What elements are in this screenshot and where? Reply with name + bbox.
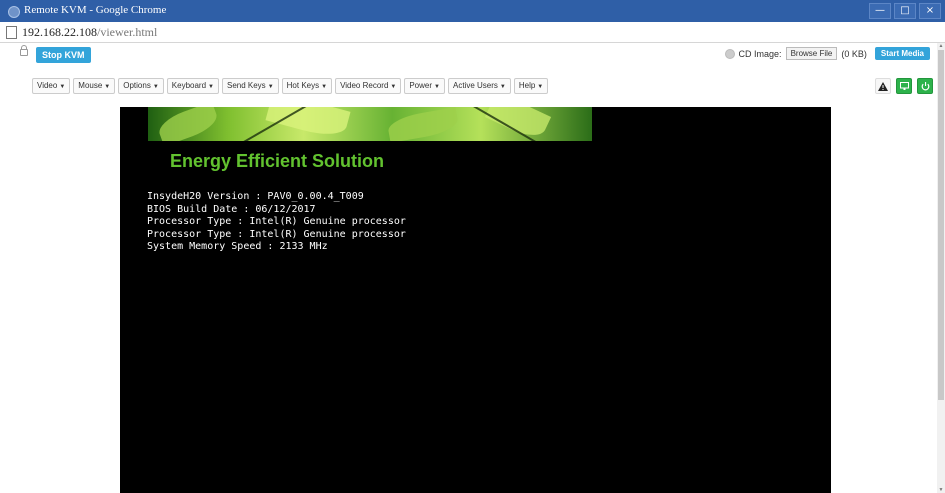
caret-down-icon: ▼ (152, 84, 159, 90)
power-button[interactable] (917, 78, 933, 94)
menu-label: Active Users (452, 81, 498, 90)
bios-line: System Memory Speed : 2133 MHz (147, 241, 328, 252)
display-icon (899, 81, 909, 90)
lock-icon (20, 45, 28, 56)
maximize-button[interactable]: □ (894, 3, 916, 19)
bios-line: Processor Type : Intel(R) Genuine proces… (147, 228, 406, 240)
scroll-up-icon[interactable]: ▲ (937, 43, 945, 49)
menu-send-keys[interactable]: Send Keys ▼ (221, 78, 279, 94)
menu-label: Options (123, 81, 151, 90)
menu-mouse[interactable]: Mouse ▼ (73, 78, 116, 94)
chrome-icon (8, 6, 20, 18)
window-title: Remote KVM - Google Chrome (24, 4, 167, 16)
menu-keyboard[interactable]: Keyboard ▼ (166, 78, 219, 94)
caret-down-icon: ▼ (104, 84, 111, 90)
cd-image-label: CD Image: (738, 48, 782, 59)
scroll-down-icon[interactable]: ▼ (937, 487, 945, 493)
menu-list: Video ▼ Mouse ▼ Options ▼ Keyboard ▼ Send Ke… (32, 78, 549, 94)
url-text[interactable]: 192.168.22.108/viewer.html (22, 25, 157, 40)
leaf-banner-image (148, 107, 592, 141)
browse-file-button[interactable]: Browse File (785, 47, 838, 60)
menu-label: Keyboard (171, 81, 207, 90)
address-bar[interactable]: 192.168.22.108/viewer.html (0, 22, 945, 43)
menu-power[interactable]: Power ▼ (404, 78, 445, 94)
scroll-thumb[interactable] (938, 50, 944, 400)
kvm-console-screen[interactable]: Energy Efficient Solution InsydeH20 Vers… (120, 107, 831, 493)
cd-image-controls: CD Image: Browse File (0 KB) Start Media (724, 47, 930, 60)
menu-label: Video (37, 81, 58, 90)
start-media-button[interactable]: Start Media (874, 47, 930, 60)
menu-video-record[interactable]: Video Record ▼ (335, 78, 402, 94)
caret-down-icon: ▼ (390, 84, 397, 90)
page-icon (6, 26, 17, 39)
url-path: /viewer.html (97, 25, 158, 39)
menu-label: Mouse (78, 81, 103, 90)
bios-line: BIOS Build Date : 06/12/2017 (147, 203, 316, 215)
minimize-button[interactable]: — (869, 3, 891, 19)
power-icon (921, 81, 929, 90)
caret-down-icon: ▼ (434, 84, 440, 90)
bios-info: InsydeH20 Version : PAV0_0.00.4_T009 BIO… (147, 191, 406, 254)
display-button[interactable] (896, 78, 912, 94)
menu-label: Hot Keys (286, 81, 320, 90)
warning-icon (878, 81, 888, 91)
caret-down-icon: ▼ (537, 84, 544, 90)
warning-button[interactable] (875, 78, 891, 94)
kvm-control-bar: Stop KVM CD Image: Browse File (0 KB) St… (0, 43, 945, 67)
caret-down-icon: ▼ (267, 84, 274, 90)
menu-video[interactable]: Video ▼ (32, 78, 71, 94)
cd-image-radio[interactable] (724, 48, 735, 59)
url-host: 192.168.22.108 (22, 25, 97, 39)
page-scrollbar[interactable]: ▲ ▼ (937, 43, 945, 493)
toolbar-icon-buttons (875, 78, 933, 94)
menu-hot-keys[interactable]: Hot Keys ▼ (281, 78, 333, 94)
console-headline: Energy Efficient Solution (170, 151, 385, 171)
caret-down-icon: ▼ (321, 84, 328, 90)
menu-label: Power (409, 81, 433, 90)
kvm-menu-bar: Video ▼ Mouse ▼ Options ▼ Keyboard ▼ Send Ke… (0, 78, 945, 94)
bios-line: Processor Type : Intel(R) Genuine proces… (147, 216, 406, 227)
menu-help[interactable]: Help ▼ (513, 78, 549, 94)
window-titlebar: Remote KVM - Google Chrome — □ × (0, 0, 945, 22)
menu-label: Help (518, 81, 536, 90)
caret-down-icon: ▼ (499, 84, 506, 90)
close-button[interactable]: × (919, 3, 941, 19)
caret-down-icon: ▼ (208, 84, 214, 90)
menu-options[interactable]: Options ▼ (118, 78, 164, 94)
menu-active-users[interactable]: Active Users ▼ (447, 78, 511, 94)
stop-kvm-button[interactable]: Stop KVM (36, 47, 91, 63)
file-size: (0 KB) (841, 48, 867, 59)
bios-line: InsydeH20 Version : PAV0_0.00.4_T009 (147, 191, 364, 202)
menu-label: Video Record (340, 81, 389, 90)
window-controls: — □ × (869, 3, 941, 19)
caret-down-icon: ▼ (59, 84, 66, 90)
menu-label: Send Keys (226, 81, 266, 90)
